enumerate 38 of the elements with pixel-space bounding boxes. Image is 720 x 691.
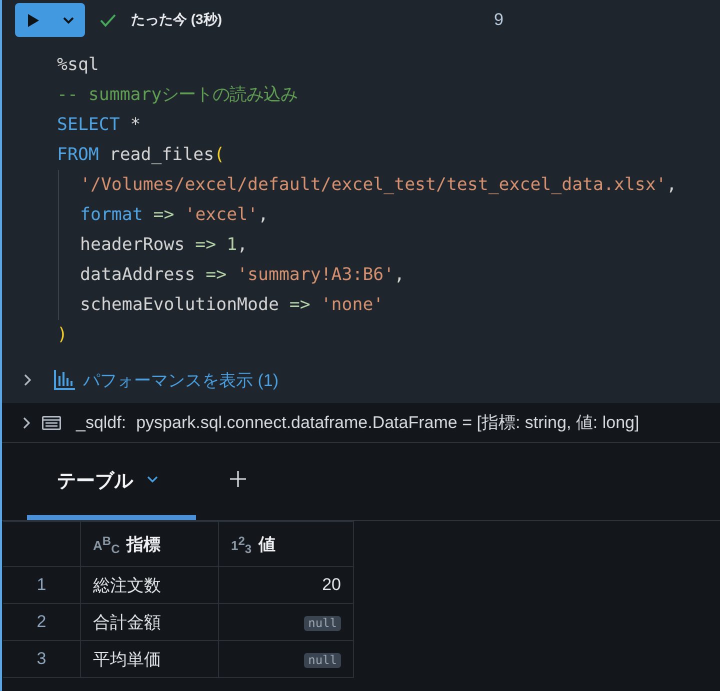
chevron-right-icon[interactable] xyxy=(24,374,31,386)
run-button[interactable] xyxy=(15,3,52,37)
null-badge: null xyxy=(304,653,341,668)
table-tab[interactable]: テーブル xyxy=(27,443,196,520)
code-line: dataAddress => 'summary!A3:B6', xyxy=(80,264,405,286)
column-header: 値 xyxy=(258,534,276,554)
chevron-right-icon[interactable] xyxy=(23,416,30,428)
chevron-down-icon[interactable] xyxy=(147,476,158,482)
column-header: 指標 xyxy=(126,534,161,554)
code-line: schemaEvolutionMode => 'none' xyxy=(80,294,384,316)
table-cell: 総注文数 xyxy=(80,566,218,604)
code-line: format => 'excel', xyxy=(80,204,268,226)
code-line: %sql xyxy=(57,54,99,76)
code-line: headerRows => 1, xyxy=(80,234,248,256)
cell-number: 9 xyxy=(494,10,504,30)
bar-chart-icon xyxy=(54,370,75,390)
table-cell: 20 xyxy=(218,566,354,604)
code-line: ) xyxy=(57,324,68,346)
play-icon xyxy=(28,14,39,26)
table-icon xyxy=(42,416,61,430)
row-number: 2 xyxy=(3,604,80,640)
table-cell: 合計金額 xyxy=(80,604,218,640)
dataframe-type: pyspark.sql.connect.dataframe.DataFrame = [指標: string, 値: long] xyxy=(136,412,640,434)
code-line: -- summaryシートの読み込み xyxy=(57,84,298,106)
run-status: たった今 (3秒) xyxy=(131,11,222,29)
code-line: '/Volumes/excel/default/excel_test/test_excel_data.xlsx', xyxy=(80,174,677,196)
run-options-button[interactable] xyxy=(52,3,85,37)
row-number: 3 xyxy=(3,640,80,678)
plus-icon xyxy=(230,471,246,487)
check-icon xyxy=(100,14,116,26)
chevron-down-icon xyxy=(63,16,74,24)
dataframe-name: _sqldf: xyxy=(76,412,126,432)
performance-link[interactable]: パフォーマンスを表示 (1) xyxy=(83,368,278,392)
row-number: 1 xyxy=(3,566,80,604)
null-badge: null xyxy=(304,616,341,631)
code-line: FROM read_files( xyxy=(57,144,225,166)
code-line: SELECT * xyxy=(57,114,141,136)
table-cell: 平均単価 xyxy=(80,640,218,678)
